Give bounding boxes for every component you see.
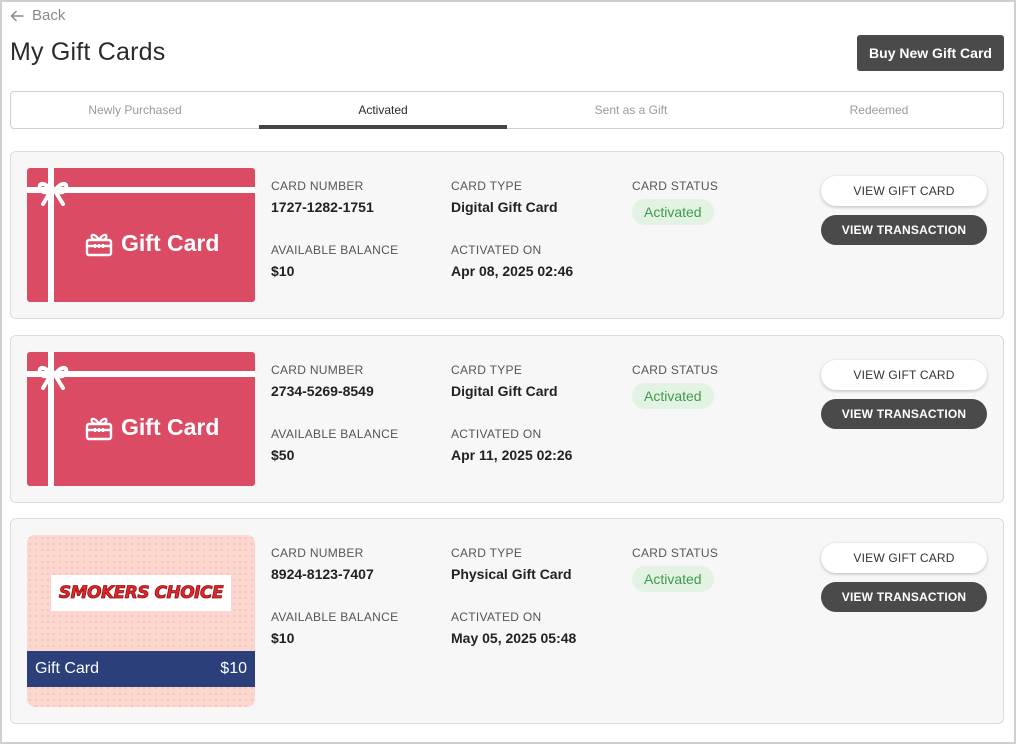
card-type-label: CARD TYPE (451, 363, 523, 377)
gift-card-item: Gift Card CARD NUMBER 2734-5269-8549 CAR… (10, 335, 1004, 503)
activated-on-value: May 05, 2025 05:48 (451, 630, 577, 646)
available-balance-label: AVAILABLE BALANCE (271, 610, 399, 624)
status-badge: Activated (632, 383, 714, 409)
gift-card-item: SMOKERS CHOICE Gift Card $10 CARD NUMBER… (10, 518, 1004, 724)
available-balance-value: $10 (271, 630, 295, 646)
card-type-label: CARD TYPE (451, 179, 523, 193)
page-title: My Gift Cards (10, 38, 166, 66)
buy-new-gift-card-button[interactable]: Buy New Gift Card (857, 35, 1004, 71)
view-transaction-button[interactable]: VIEW TRANSACTION (821, 399, 987, 429)
back-link[interactable]: Back (10, 7, 65, 24)
view-transaction-button[interactable]: VIEW TRANSACTION (821, 582, 987, 612)
gift-icon (85, 233, 113, 256)
gift-card-image-label: Gift Card (35, 660, 100, 677)
tab-activated[interactable]: Activated (259, 92, 507, 129)
tab-redeemed[interactable]: Redeemed (755, 92, 1003, 128)
gift-card-image-value: $10 (220, 660, 247, 677)
gift-card-image: Gift Card (27, 168, 255, 302)
brand-logo: SMOKERS CHOICE (51, 575, 231, 611)
view-gift-card-button[interactable]: VIEW GIFT CARD (821, 176, 987, 206)
activated-on-label: ACTIVATED ON (451, 610, 542, 624)
tab-sent-as-gift[interactable]: Sent as a Gift (507, 92, 755, 128)
activated-on-label: ACTIVATED ON (451, 427, 542, 441)
gift-card-image-label: Gift Card (121, 230, 220, 256)
arrow-left-icon (10, 10, 24, 21)
activated-on-value: Apr 11, 2025 02:26 (451, 447, 573, 463)
status-tabs: Newly Purchased Activated Sent as a Gift… (10, 91, 1004, 129)
gift-card-bar: Gift Card $10 (27, 651, 255, 687)
activated-on-value: Apr 08, 2025 02:46 (451, 263, 574, 279)
view-gift-card-button[interactable]: VIEW GIFT CARD (821, 543, 987, 573)
back-label: Back (32, 7, 66, 24)
available-balance-value: $10 (271, 263, 295, 279)
card-type-value: Digital Gift Card (451, 199, 558, 215)
gift-card-item: Gift Card CARD NUMBER 1727-1282-1751 CAR… (10, 151, 1004, 319)
available-balance-label: AVAILABLE BALANCE (271, 427, 399, 441)
available-balance-value: $50 (271, 447, 295, 463)
card-number-value: 2734-5269-8549 (271, 383, 374, 399)
brand-logo-text: SMOKERS CHOICE (58, 583, 224, 604)
gift-icon (85, 417, 113, 440)
card-status-label: CARD STATUS (632, 546, 719, 560)
card-number-label: CARD NUMBER (271, 363, 364, 377)
view-gift-card-button[interactable]: VIEW GIFT CARD (821, 360, 987, 390)
card-number-value: 8924-8123-7407 (271, 566, 374, 582)
available-balance-label: AVAILABLE BALANCE (271, 243, 399, 257)
card-type-value: Physical Gift Card (451, 566, 572, 582)
card-status-label: CARD STATUS (632, 363, 719, 377)
ribbon-bow-icon (37, 366, 69, 390)
gift-card-image: Gift Card (27, 352, 255, 486)
card-type-value: Digital Gift Card (451, 383, 558, 399)
card-number-value: 1727-1282-1751 (271, 199, 374, 215)
status-badge: Activated (632, 199, 714, 225)
gift-card-image-label: Gift Card (121, 414, 220, 440)
physical-gift-card-image: SMOKERS CHOICE Gift Card $10 (27, 535, 255, 707)
status-badge: Activated (632, 566, 714, 592)
card-status-label: CARD STATUS (632, 179, 719, 193)
card-type-label: CARD TYPE (451, 546, 523, 560)
view-transaction-button[interactable]: VIEW TRANSACTION (821, 215, 987, 245)
card-number-label: CARD NUMBER (271, 179, 364, 193)
activated-on-label: ACTIVATED ON (451, 243, 542, 257)
ribbon-bow-icon (37, 182, 69, 206)
tab-newly-purchased[interactable]: Newly Purchased (11, 92, 259, 128)
card-number-label: CARD NUMBER (271, 546, 364, 560)
